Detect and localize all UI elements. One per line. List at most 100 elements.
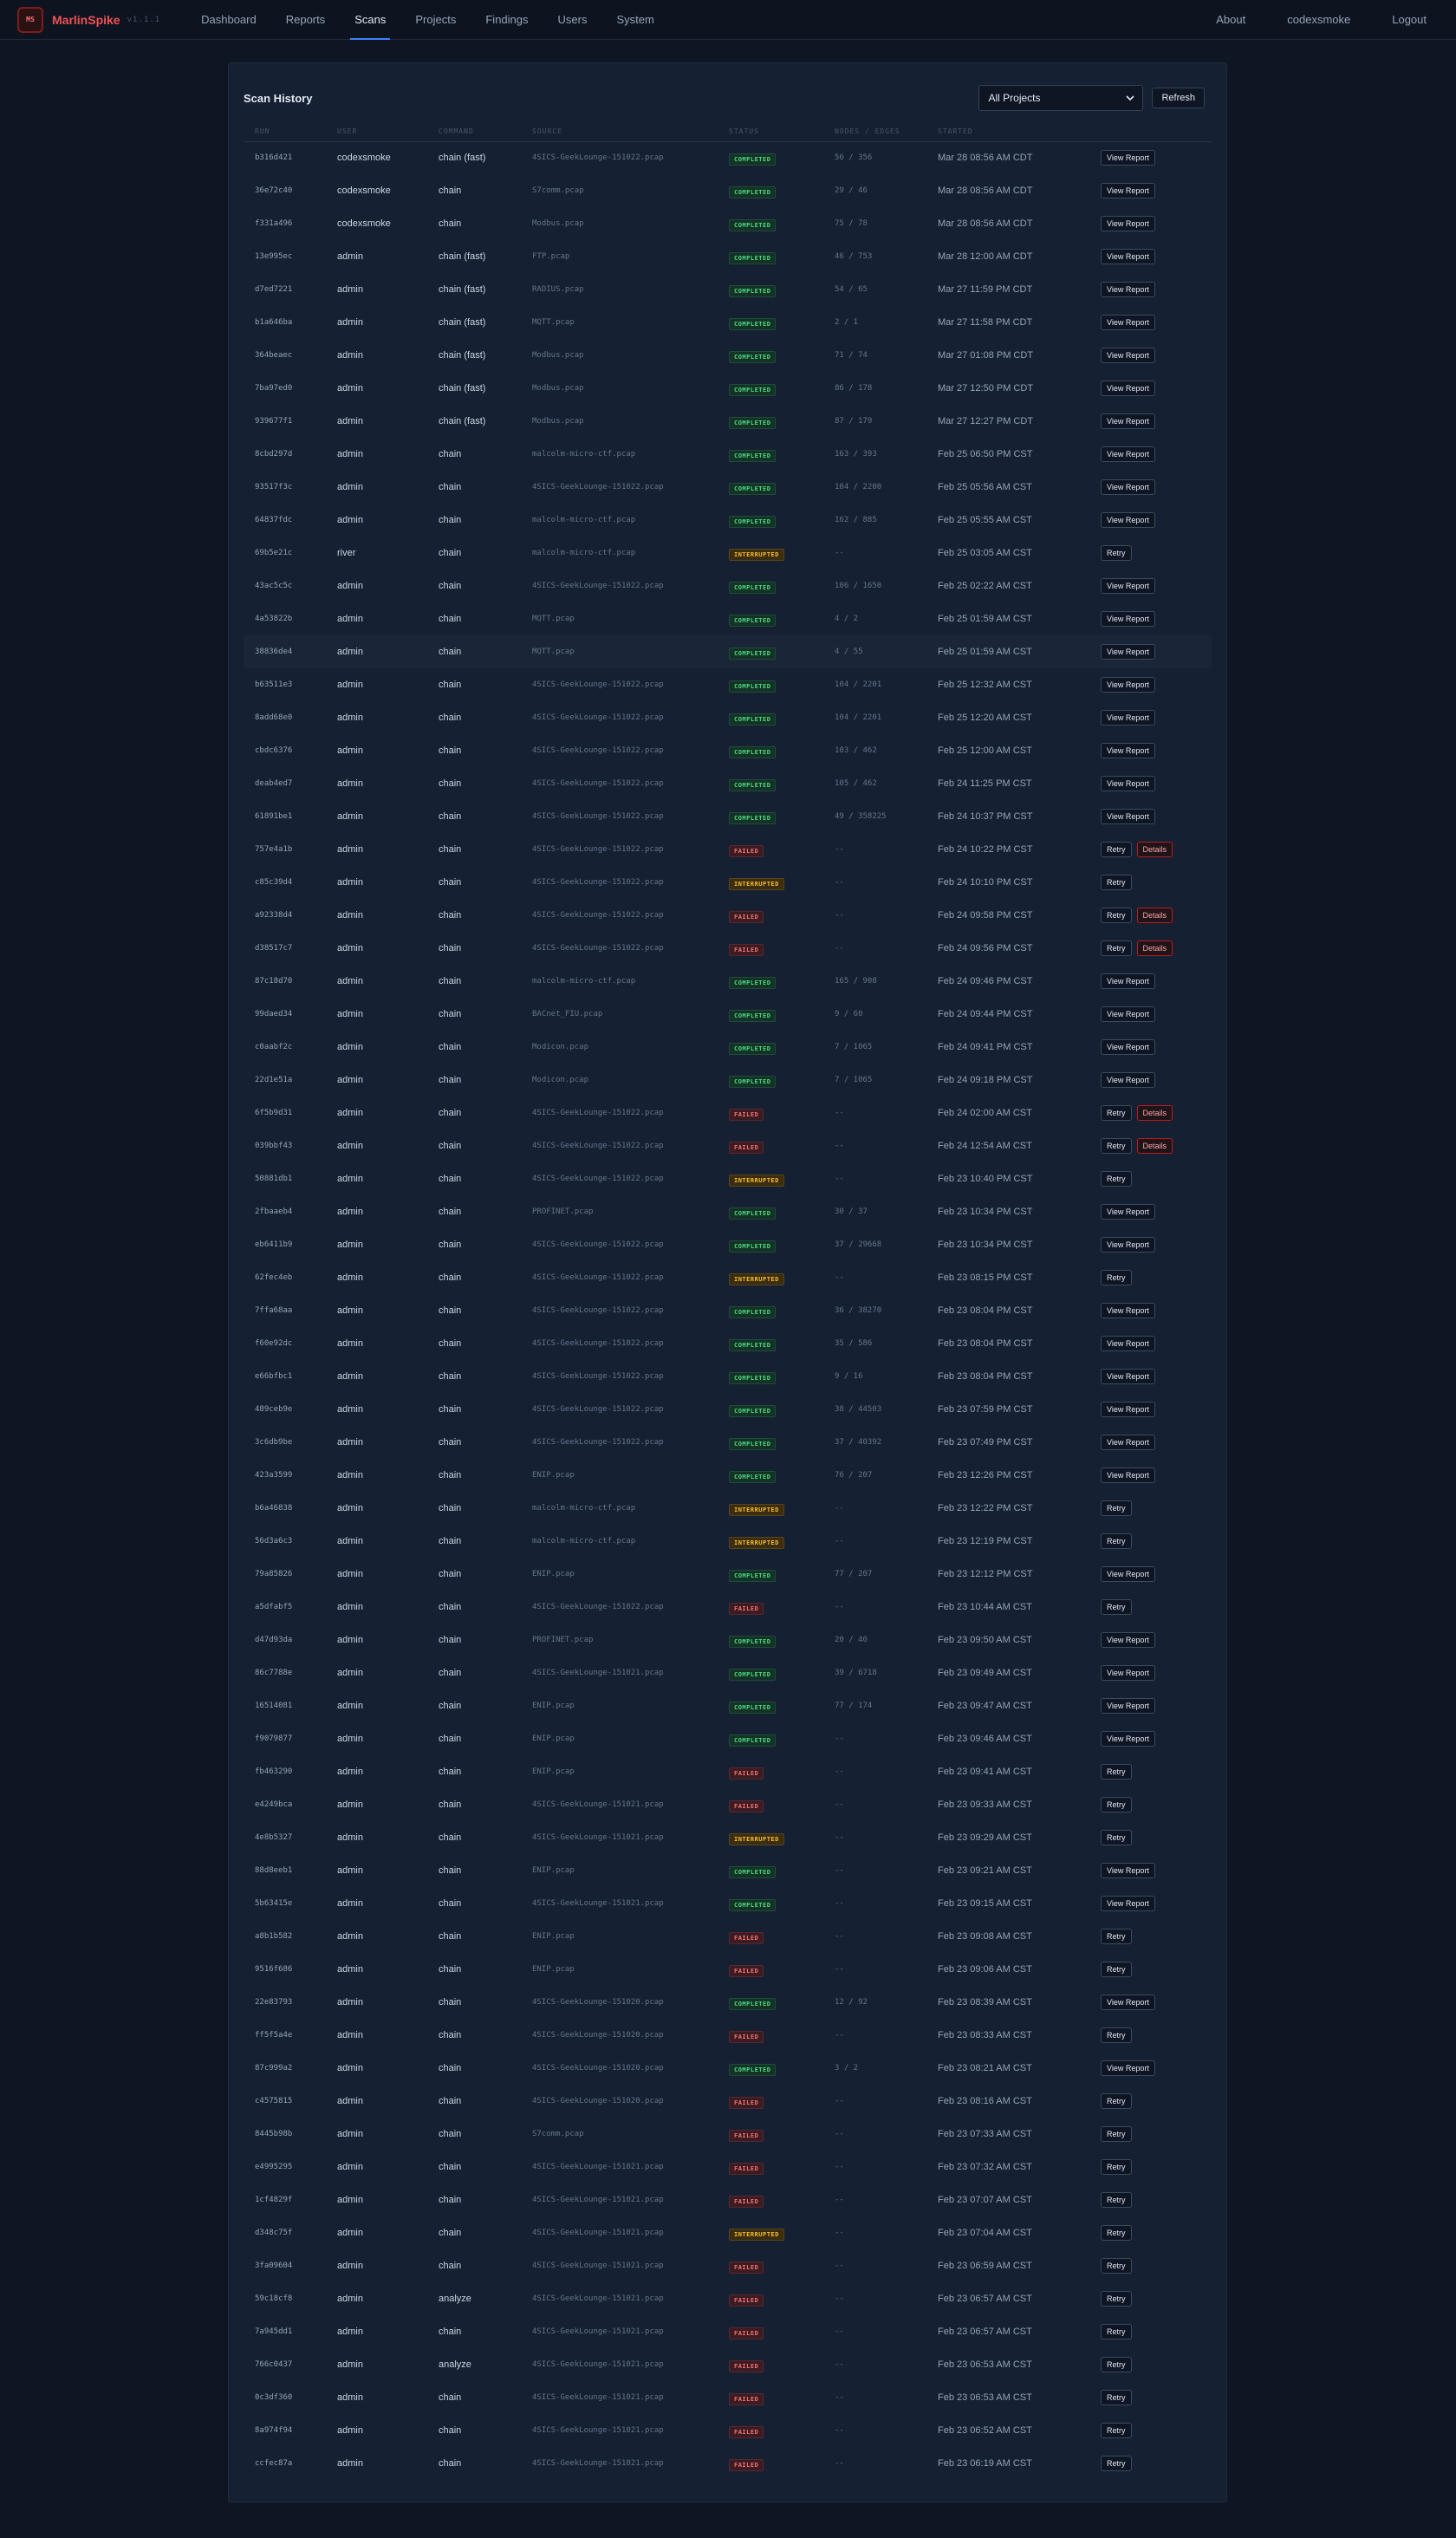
retry-button[interactable]: Retry: [1101, 1171, 1132, 1187]
retry-button[interactable]: Retry: [1101, 2423, 1132, 2438]
retry-button[interactable]: Retry: [1101, 1105, 1132, 1121]
app-name[interactable]: MarlinSpike: [52, 13, 120, 27]
view-report-button[interactable]: View Report: [1101, 1006, 1155, 1022]
view-report-button[interactable]: View Report: [1101, 2060, 1155, 2076]
retry-button[interactable]: Retry: [1101, 2126, 1132, 2142]
details-button[interactable]: Details: [1136, 842, 1173, 857]
retry-button[interactable]: Retry: [1101, 1764, 1132, 1780]
view-report-button[interactable]: View Report: [1101, 512, 1155, 528]
view-report-button[interactable]: View Report: [1101, 1731, 1155, 1747]
nav-logout[interactable]: Logout: [1371, 0, 1439, 40]
view-report-button[interactable]: View Report: [1101, 282, 1155, 297]
view-report-button[interactable]: View Report: [1101, 1072, 1155, 1088]
retry-button[interactable]: Retry: [1101, 908, 1132, 923]
retry-button[interactable]: Retry: [1101, 875, 1132, 890]
nav-projects[interactable]: Projects: [400, 0, 471, 40]
view-report-button[interactable]: View Report: [1101, 1665, 1155, 1681]
retry-button[interactable]: Retry: [1101, 1929, 1132, 1944]
view-report-button[interactable]: View Report: [1101, 1402, 1155, 1417]
details-button[interactable]: Details: [1136, 1138, 1173, 1154]
view-report-button[interactable]: View Report: [1101, 578, 1155, 594]
view-report-button[interactable]: View Report: [1101, 1863, 1155, 1878]
nav-system[interactable]: System: [601, 0, 668, 40]
nodes-edges: --: [835, 549, 844, 557]
view-report-button[interactable]: View Report: [1101, 446, 1155, 462]
view-report-button[interactable]: View Report: [1101, 1039, 1155, 1055]
view-report-button[interactable]: View Report: [1101, 1566, 1155, 1582]
retry-button[interactable]: Retry: [1101, 1962, 1132, 1977]
view-report-button[interactable]: View Report: [1101, 315, 1155, 330]
retry-button[interactable]: Retry: [1101, 940, 1132, 956]
source-file: 4SICS-GeekLounge-151020.pcap: [532, 1998, 664, 2007]
view-report-button[interactable]: View Report: [1101, 479, 1155, 495]
details-button[interactable]: Details: [1136, 1105, 1173, 1121]
view-report-button[interactable]: View Report: [1101, 776, 1155, 791]
nav-users[interactable]: Users: [543, 0, 602, 40]
view-report-button[interactable]: View Report: [1101, 1632, 1155, 1648]
view-report-button[interactable]: View Report: [1101, 677, 1155, 693]
view-report-button[interactable]: View Report: [1101, 743, 1155, 758]
retry-button[interactable]: Retry: [1101, 1533, 1132, 1549]
status-cell: FAILED: [718, 2249, 823, 2282]
nav-reports[interactable]: Reports: [271, 0, 341, 40]
view-report-button[interactable]: View Report: [1101, 1995, 1155, 2010]
app-logo-icon[interactable]: MS: [17, 6, 43, 33]
retry-button[interactable]: Retry: [1101, 2456, 1132, 2471]
view-report-button[interactable]: View Report: [1101, 381, 1155, 396]
view-report-button[interactable]: View Report: [1101, 413, 1155, 429]
view-report-button[interactable]: View Report: [1101, 183, 1155, 198]
retry-button[interactable]: Retry: [1101, 1599, 1132, 1615]
status-badge: COMPLETED: [729, 1372, 777, 1384]
retry-button[interactable]: Retry: [1101, 2192, 1132, 2208]
view-report-button[interactable]: View Report: [1101, 1467, 1155, 1483]
command: chain: [439, 1865, 462, 1876]
details-button[interactable]: Details: [1136, 908, 1173, 923]
view-report-button[interactable]: View Report: [1101, 1303, 1155, 1318]
view-report-button[interactable]: View Report: [1101, 1369, 1155, 1384]
retry-button[interactable]: Retry: [1101, 2027, 1132, 2043]
retry-button[interactable]: Retry: [1101, 1500, 1132, 1516]
retry-button[interactable]: Retry: [1101, 2225, 1132, 2241]
view-report-button[interactable]: View Report: [1101, 1435, 1155, 1450]
view-report-button[interactable]: View Report: [1101, 644, 1155, 660]
details-button[interactable]: Details: [1136, 940, 1173, 956]
retry-button[interactable]: Retry: [1101, 545, 1132, 561]
view-report-button[interactable]: View Report: [1101, 1237, 1155, 1253]
retry-button[interactable]: Retry: [1101, 2093, 1132, 2109]
view-report-button[interactable]: View Report: [1101, 973, 1155, 989]
view-report-button[interactable]: View Report: [1101, 1336, 1155, 1351]
retry-button[interactable]: Retry: [1101, 2390, 1132, 2405]
nav-findings[interactable]: Findings: [471, 0, 543, 40]
run-id: e4995295: [255, 2163, 293, 2171]
retry-button[interactable]: Retry: [1101, 1270, 1132, 1285]
actions-cell: Retry: [1089, 1525, 1212, 1558]
retry-button[interactable]: Retry: [1101, 1797, 1132, 1812]
retry-button[interactable]: Retry: [1101, 1138, 1132, 1154]
retry-button[interactable]: Retry: [1101, 2357, 1132, 2372]
view-report-button[interactable]: View Report: [1101, 249, 1155, 264]
view-report-button[interactable]: View Report: [1101, 216, 1155, 231]
view-report-button[interactable]: View Report: [1101, 710, 1155, 726]
nodes-edges: 49 / 358225: [835, 812, 887, 821]
view-report-button[interactable]: View Report: [1101, 348, 1155, 363]
retry-button[interactable]: Retry: [1101, 2159, 1132, 2175]
view-report-button[interactable]: View Report: [1101, 1896, 1155, 1911]
nav-scans[interactable]: Scans: [340, 0, 400, 40]
nav-username[interactable]: codexsmoke: [1266, 0, 1371, 40]
source-file: 4SICS-GeekLounge-151022.pcap: [532, 1372, 664, 1381]
project-filter-select[interactable]: All Projects: [978, 85, 1144, 111]
nav-dashboard[interactable]: Dashboard: [186, 0, 271, 40]
retry-button[interactable]: Retry: [1101, 1830, 1132, 1845]
retry-button[interactable]: Retry: [1101, 2291, 1132, 2307]
retry-button[interactable]: Retry: [1101, 2258, 1132, 2274]
refresh-button[interactable]: Refresh: [1152, 88, 1205, 108]
nav-about[interactable]: About: [1195, 0, 1266, 40]
view-report-button[interactable]: View Report: [1101, 611, 1155, 627]
view-report-button[interactable]: View Report: [1101, 809, 1155, 824]
view-report-button[interactable]: View Report: [1101, 1204, 1155, 1220]
retry-button[interactable]: Retry: [1101, 2324, 1132, 2340]
view-report-button[interactable]: View Report: [1101, 150, 1155, 166]
view-report-button[interactable]: View Report: [1101, 1698, 1155, 1714]
command: chain (fast): [439, 416, 486, 426]
retry-button[interactable]: Retry: [1101, 842, 1132, 857]
